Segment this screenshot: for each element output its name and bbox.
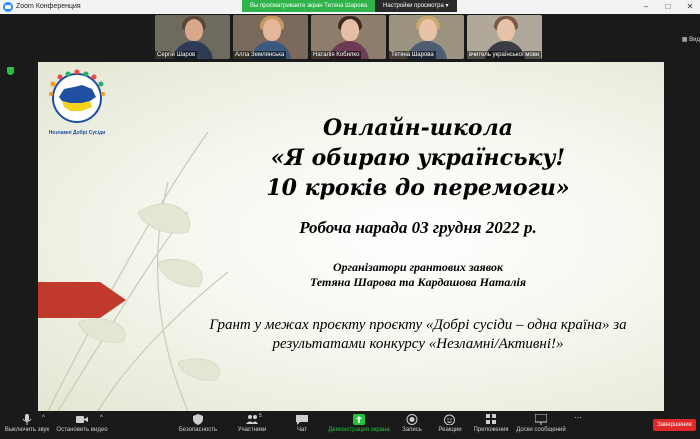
chat-icon xyxy=(296,415,308,425)
slide-title-line-2: «Я обираю українську! xyxy=(270,145,566,171)
participant-name: Тетяна Шарова xyxy=(389,51,436,59)
zoom-app-icon xyxy=(3,2,13,12)
participant-tile[interactable]: вчитель української мови xyxy=(467,15,542,59)
video-options-chevron-icon[interactable]: ^ xyxy=(100,415,103,421)
share-screen-icon xyxy=(353,414,365,425)
apps-icon xyxy=(486,414,496,424)
maximize-button[interactable]: □ xyxy=(658,0,678,14)
participant-name: Алла Землянська xyxy=(233,51,287,59)
participant-name: вчитель української мови xyxy=(467,51,542,59)
grid-icon: ▦ xyxy=(681,37,688,43)
organizers-label: Організатори грантових заявок xyxy=(332,260,504,274)
participant-tile[interactable]: Алла Землянська xyxy=(233,15,308,59)
reactions-button[interactable]: Реакции xyxy=(436,411,464,439)
person-face xyxy=(263,19,281,41)
view-toggle-button[interactable]: ▦ Вид xyxy=(682,36,700,43)
security-label: Безопасность xyxy=(178,427,218,433)
record-label: Запись xyxy=(402,427,422,433)
project-logo xyxy=(49,69,105,123)
participant-video-strip: Сергій Шаров Алла Землянська Наталія Коб… xyxy=(0,14,700,61)
more-icon[interactable]: ⋯ xyxy=(574,413,582,422)
participant-tile[interactable]: Наталія Кобилко xyxy=(311,15,386,59)
participant-name: Наталія Кобилко xyxy=(311,51,362,59)
logo-text: Незламні Добрі Сусіди xyxy=(48,130,106,136)
slide-title-line-1: Онлайн-школа xyxy=(323,115,513,141)
security-shield-icon[interactable] xyxy=(7,67,14,75)
stop-video-label: Остановить видео xyxy=(56,427,108,433)
view-options-label: Настройки просмотра xyxy=(383,3,444,9)
video-camera-icon xyxy=(76,416,88,423)
mute-label: Выключить звук xyxy=(4,427,50,433)
chat-button[interactable]: Чат xyxy=(290,411,314,439)
view-toggle-label: Вид xyxy=(689,37,700,43)
share-notification-bar: Вы просматриваете экран Тетяна Шарова На… xyxy=(242,0,457,12)
apps-label: Приложения xyxy=(473,427,509,433)
minimize-button[interactable]: – xyxy=(636,0,656,14)
whiteboards-button[interactable]: Доски сообщений xyxy=(514,411,568,439)
grant-line-1: Грант у межах проєкту проєкту «Добрі сус… xyxy=(209,317,627,333)
person-face xyxy=(497,19,515,41)
person-face xyxy=(341,19,359,41)
organizers-names: Тетяна Шарова та Кардашова Наталія xyxy=(309,275,527,289)
meeting-toolbar: Выключить звук ^ Остановить видео ^ Безо… xyxy=(0,411,700,439)
whiteboard-icon xyxy=(535,414,547,425)
record-icon xyxy=(406,414,418,425)
participant-tile[interactable]: Тетяна Шарова xyxy=(389,15,464,59)
chevron-down-icon: ▾ xyxy=(445,3,449,9)
people-icon xyxy=(246,415,258,424)
participants-label: Участники xyxy=(237,427,267,433)
meeting-date: Робоча нарада 03 грудня 2022 р. xyxy=(299,218,537,237)
participants-count: 5 xyxy=(259,413,262,419)
grant-line-2: результатами конкурсу «Незламні/Активні!… xyxy=(272,336,564,352)
audio-options-chevron-icon[interactable]: ^ xyxy=(42,415,45,421)
participant-tile[interactable]: Сергій Шаров xyxy=(155,15,230,59)
slide-title-line-3: 10 кроків до перемоги» xyxy=(266,175,570,201)
shield-icon xyxy=(193,414,203,425)
record-button[interactable]: Запись xyxy=(398,411,426,439)
whiteboards-label: Доски сообщений xyxy=(516,427,566,433)
close-button[interactable]: ✕ xyxy=(680,0,700,14)
participants-button[interactable]: Участники xyxy=(232,411,272,439)
person-face xyxy=(185,19,203,41)
shared-screen-slide: Незламні Добрі Сусіди Онлайн-школа «Я об… xyxy=(38,62,664,411)
participant-name: Сергій Шаров xyxy=(155,51,198,59)
window-title: Zoom Конференция xyxy=(16,3,81,10)
share-screen-button[interactable]: Демонстрация экрана xyxy=(328,411,390,439)
person-face xyxy=(419,19,437,41)
share-screen-label: Демонстрация экрана xyxy=(328,427,390,433)
smiley-plus-icon xyxy=(444,414,455,425)
microphone-icon xyxy=(22,414,32,425)
chat-label: Чат xyxy=(297,427,307,433)
view-options-button[interactable]: Настройки просмотра ▾ xyxy=(375,0,457,12)
viewing-screen-label: Вы просматриваете экран Тетяна Шарова xyxy=(242,0,376,12)
end-meeting-button[interactable]: Завершение xyxy=(653,419,696,431)
security-button[interactable]: Безопасность xyxy=(176,411,220,439)
reactions-label: Реакции xyxy=(438,427,462,433)
apps-button[interactable]: Приложения xyxy=(472,411,510,439)
